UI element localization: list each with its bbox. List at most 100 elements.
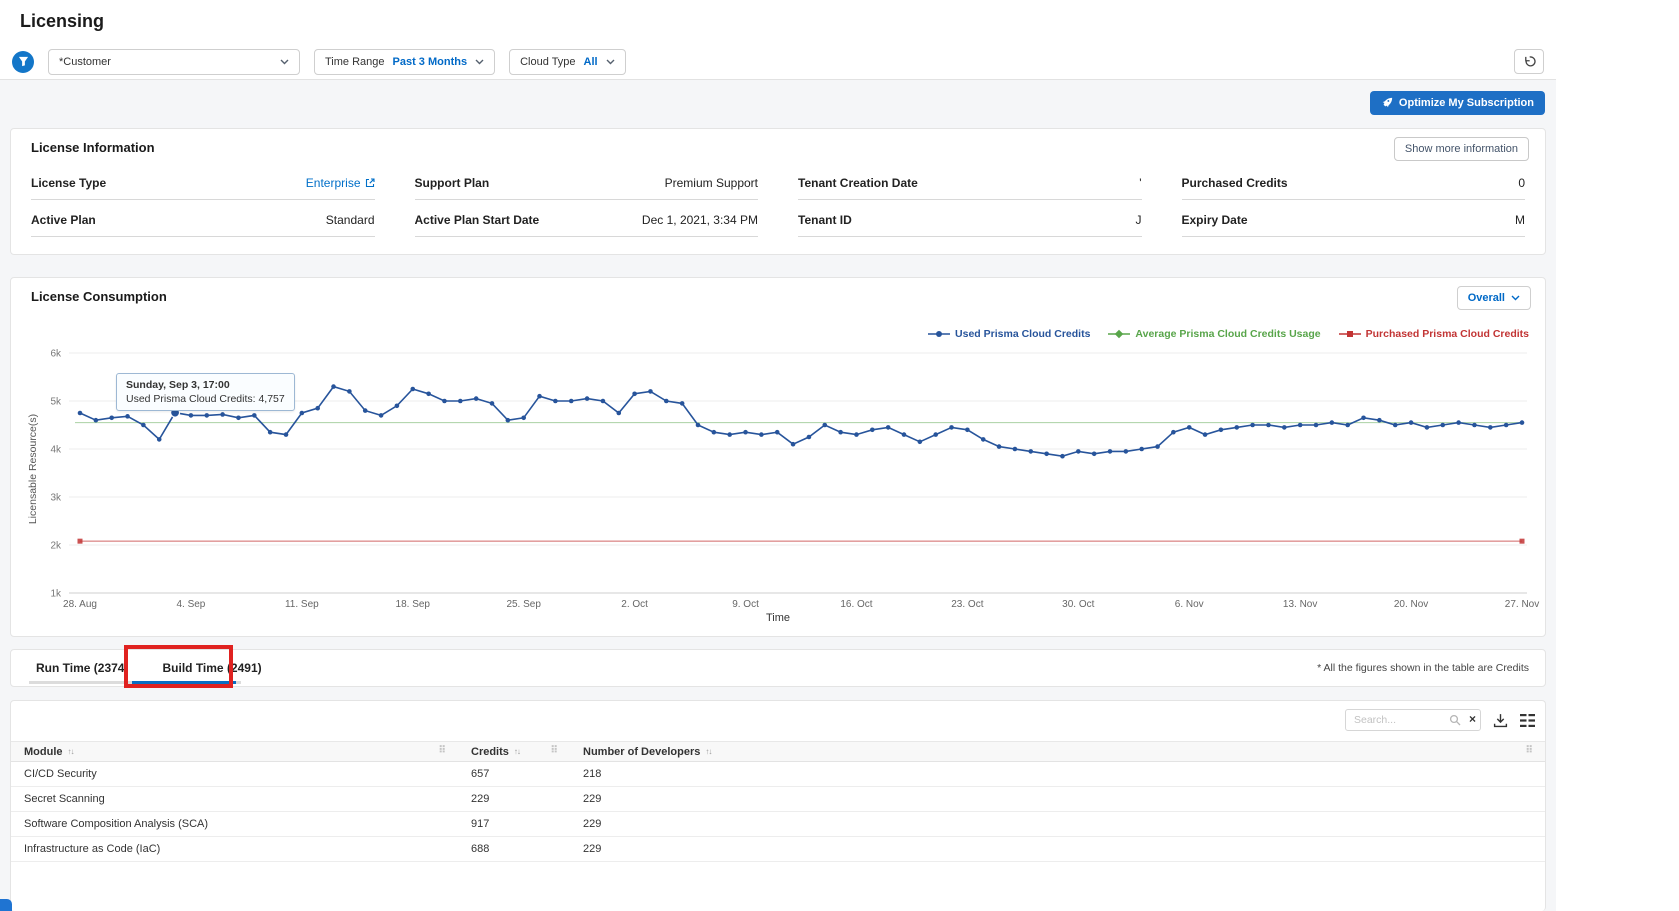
cell-module: CI/CD Security bbox=[11, 762, 458, 786]
tooltip-text: Used Prisma Cloud Credits: 4,757 bbox=[126, 393, 285, 405]
svg-text:3k: 3k bbox=[50, 493, 62, 504]
svg-text:16. Oct: 16. Oct bbox=[840, 599, 872, 610]
field-value: M bbox=[1515, 213, 1525, 227]
field-support-plan: Support Plan Premium Support bbox=[415, 176, 759, 200]
line-circle-marker-icon bbox=[928, 329, 950, 339]
svg-text:4k: 4k bbox=[50, 445, 62, 456]
column-header-credits[interactable]: Credits ↑↓ ⠿ bbox=[458, 742, 570, 761]
svg-text:25. Sep: 25. Sep bbox=[506, 599, 541, 610]
cloud-type-filter[interactable]: Cloud Type All bbox=[509, 49, 626, 75]
tooltip-title: Sunday, Sep 3, 17:00 bbox=[126, 379, 285, 391]
svg-text:6. Nov: 6. Nov bbox=[1175, 599, 1204, 610]
cell-module: Secret Scanning bbox=[11, 787, 458, 811]
time-range-value: Past 3 Months bbox=[393, 56, 468, 68]
cell-credits: 917 bbox=[458, 812, 570, 836]
optimize-subscription-button[interactable]: Optimize My Subscription bbox=[1370, 91, 1545, 115]
cell-developers: 229 bbox=[570, 787, 1545, 811]
columns-icon bbox=[1520, 714, 1535, 727]
field-label: Tenant ID bbox=[798, 213, 852, 227]
chevron-down-icon bbox=[475, 59, 484, 65]
column-settings-button[interactable] bbox=[1520, 714, 1535, 727]
line-diamond-marker-icon bbox=[1108, 329, 1130, 339]
x-axis-title: Time bbox=[11, 612, 1545, 624]
active-tab-indicator bbox=[132, 681, 236, 684]
tab-run-time[interactable]: Run Time (2374) bbox=[32, 661, 132, 675]
column-label: Number of Developers bbox=[583, 746, 700, 758]
field-value: Premium Support bbox=[665, 176, 758, 190]
reset-filters-button[interactable] bbox=[1514, 49, 1544, 74]
main-content: Licensing *Customer Time Range Past 3 Mo… bbox=[0, 0, 1556, 911]
credits-table-card: × Module ↑↓ ⠿ Credits ↑↓ ⠿ bbox=[10, 700, 1546, 911]
svg-text:2. Oct: 2. Oct bbox=[621, 599, 648, 610]
field-label: Tenant Creation Date bbox=[798, 176, 918, 190]
field-license-type: License Type Enterprise bbox=[31, 176, 375, 200]
cell-credits: 229 bbox=[458, 787, 570, 811]
cell-credits: 657 bbox=[458, 762, 570, 786]
filter-icon[interactable] bbox=[12, 51, 34, 73]
legend-average-usage[interactable]: Average Prisma Cloud Credits Usage bbox=[1108, 328, 1320, 340]
download-icon bbox=[1493, 713, 1508, 728]
svg-text:13. Nov: 13. Nov bbox=[1283, 599, 1317, 610]
show-more-information-button[interactable]: Show more information bbox=[1394, 137, 1529, 161]
table-header: Module ↑↓ ⠿ Credits ↑↓ ⠿ Number of Devel… bbox=[11, 741, 1545, 762]
license-type-link[interactable]: Enterprise bbox=[306, 176, 375, 190]
svg-text:28. Aug: 28. Aug bbox=[63, 599, 97, 610]
download-button[interactable] bbox=[1493, 713, 1508, 728]
svg-text:2k: 2k bbox=[50, 541, 62, 552]
table-row[interactable]: Secret Scanning 229 229 bbox=[11, 787, 1545, 812]
time-range-label: Time Range bbox=[325, 56, 385, 68]
time-range-filter[interactable]: Time Range Past 3 Months bbox=[314, 49, 495, 75]
sort-icon[interactable]: ↑↓ bbox=[514, 747, 520, 756]
chevron-down-icon bbox=[280, 59, 289, 65]
svg-text:11. Sep: 11. Sep bbox=[285, 599, 319, 610]
svg-text:23. Oct: 23. Oct bbox=[951, 599, 983, 610]
column-header-developers[interactable]: Number of Developers ↑↓ ⠿ bbox=[570, 742, 1545, 761]
field-label: Support Plan bbox=[415, 176, 490, 190]
search-icon bbox=[1449, 714, 1461, 726]
clear-search-icon[interactable]: × bbox=[1469, 712, 1476, 726]
credits-note: * All the figures shown in the table are… bbox=[1317, 662, 1529, 674]
table-row[interactable]: Software Composition Analysis (SCA) 917 … bbox=[11, 812, 1545, 837]
consumption-scope-dropdown[interactable]: Overall bbox=[1457, 286, 1531, 310]
table-tabs-band: Run Time (2374) Build Time (2491) * All … bbox=[10, 649, 1546, 687]
field-value: Standard bbox=[326, 213, 375, 227]
license-fields: License Type Enterprise Support Plan Pre… bbox=[11, 176, 1545, 237]
field-tenant-id: Tenant ID J bbox=[798, 213, 1142, 237]
scope-value: Overall bbox=[1468, 292, 1505, 304]
legend-used-credits[interactable]: Used Prisma Cloud Credits bbox=[928, 328, 1090, 340]
field-active-plan-start-date: Active Plan Start Date Dec 1, 2021, 3:34… bbox=[415, 213, 759, 237]
cell-developers: 229 bbox=[570, 812, 1545, 836]
column-drag-handle[interactable]: ⠿ bbox=[1525, 745, 1533, 756]
table-search[interactable]: × bbox=[1345, 709, 1481, 731]
field-expiry-date: Expiry Date M bbox=[1182, 213, 1526, 237]
field-active-plan: Active Plan Standard bbox=[31, 213, 375, 237]
field-tenant-creation-date: Tenant Creation Date ' bbox=[798, 176, 1142, 200]
sort-icon[interactable]: ↑↓ bbox=[68, 747, 74, 756]
sort-icon[interactable]: ↑↓ bbox=[705, 747, 711, 756]
cell-developers: 229 bbox=[570, 837, 1545, 861]
undo-icon bbox=[1523, 55, 1536, 68]
svg-text:9. Oct: 9. Oct bbox=[732, 599, 759, 610]
cell-credits: 688 bbox=[458, 837, 570, 861]
field-label: License Type bbox=[31, 176, 106, 190]
field-value: ' bbox=[1139, 176, 1141, 190]
chat-widget-corner[interactable] bbox=[0, 899, 12, 911]
column-header-module[interactable]: Module ↑↓ ⠿ bbox=[11, 742, 458, 761]
tab-build-time[interactable]: Build Time (2491) bbox=[158, 661, 265, 675]
svg-text:20. Nov: 20. Nov bbox=[1394, 599, 1428, 610]
license-consumption-card: License Consumption Overall Used Prisma … bbox=[10, 277, 1546, 637]
legend-purchased-credits[interactable]: Purchased Prisma Cloud Credits bbox=[1339, 328, 1529, 340]
page-title: Licensing bbox=[0, 0, 1556, 32]
column-drag-handle[interactable]: ⠿ bbox=[550, 745, 558, 756]
field-value: 0 bbox=[1518, 176, 1525, 190]
column-drag-handle[interactable]: ⠿ bbox=[438, 745, 446, 756]
customer-filter[interactable]: *Customer bbox=[48, 49, 300, 75]
table-controls: × bbox=[1345, 709, 1535, 731]
table-row[interactable]: CI/CD Security 657 218 bbox=[11, 762, 1545, 787]
table-row[interactable]: Infrastructure as Code (IaC) 688 229 bbox=[11, 837, 1545, 862]
svg-text:27. Nov: 27. Nov bbox=[1505, 599, 1539, 610]
cloud-type-value: All bbox=[584, 56, 598, 68]
field-label: Active Plan Start Date bbox=[415, 213, 540, 227]
svg-text:6k: 6k bbox=[50, 349, 62, 360]
legend-label: Purchased Prisma Cloud Credits bbox=[1366, 328, 1529, 340]
